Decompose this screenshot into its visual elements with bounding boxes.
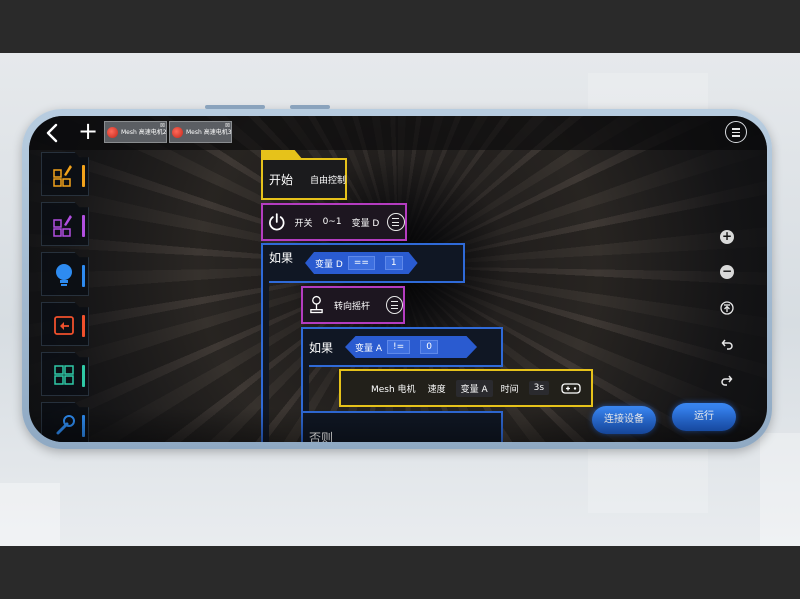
- motor-label: Mesh 电机: [371, 384, 416, 395]
- block-category-sidebar: [39, 150, 89, 442]
- condition-variable[interactable]: 变量 D: [315, 257, 343, 270]
- if-label: 如果: [269, 250, 294, 265]
- align-top-icon: [720, 301, 734, 315]
- if-block-inner[interactable]: 如果 变量 A != 0: [301, 327, 503, 367]
- undo-button[interactable]: [720, 337, 734, 351]
- sidebar-item-control[interactable]: [41, 302, 89, 346]
- phone-volume-button: [205, 105, 265, 109]
- sidebar-item-events[interactable]: [41, 152, 89, 196]
- sidebar-item-sensors[interactable]: [41, 202, 89, 246]
- condition-value[interactable]: 0: [420, 340, 438, 354]
- condition-hex[interactable]: 变量 A != 0: [345, 336, 478, 358]
- category-color-bar: [82, 315, 85, 337]
- switch-block[interactable]: 开关 0~1 变量 D: [261, 203, 407, 241]
- app-screen: + Mesh 高速电机2 ⊠ Mesh 高速电机3 ⊠ 开始 自由控制 开关 0…: [29, 116, 767, 442]
- start-label: 开始: [269, 172, 294, 187]
- wrench-icon: [56, 415, 75, 435]
- speed-label: 速度: [427, 384, 446, 395]
- phone-power-button: [290, 105, 330, 109]
- mesh-motor-block[interactable]: Mesh 电机 速度 变量 A 时间 3s: [339, 369, 593, 407]
- condition-value[interactable]: 1: [384, 256, 403, 270]
- start-block[interactable]: 开始 自由控制: [261, 150, 347, 200]
- if-block-rail: [301, 365, 309, 411]
- chevron-left-icon: [46, 123, 58, 143]
- power-icon: [269, 213, 285, 231]
- joystick-block[interactable]: 转向摇杆: [301, 286, 405, 324]
- undo-icon: [721, 339, 733, 350]
- condition-operator[interactable]: !=: [387, 340, 411, 354]
- menu-icon: [732, 131, 740, 133]
- delete-icon[interactable]: ⊠: [160, 116, 165, 136]
- else-label: 否则: [309, 430, 334, 443]
- background-pane: [760, 433, 800, 546]
- calculator-icon: [54, 365, 74, 385]
- add-device-button[interactable]: +: [77, 117, 99, 145]
- menu-button[interactable]: [725, 121, 747, 143]
- run-button[interactable]: 运行: [672, 403, 736, 431]
- lightbulb-icon: [56, 264, 72, 286]
- if-block-outer[interactable]: 如果 变量 D == 1: [261, 243, 465, 283]
- sidebar-item-tools[interactable]: [41, 402, 89, 442]
- block-tab: [261, 150, 303, 160]
- switch-variable[interactable]: 变量 D: [352, 216, 380, 229]
- sidebar-item-operators[interactable]: [41, 352, 89, 396]
- speed-variable[interactable]: 变量 A: [455, 379, 493, 397]
- category-color-bar: [82, 365, 85, 387]
- blocks-icon: [53, 215, 72, 237]
- joystick-icon: [310, 295, 323, 314]
- list-icon[interactable]: [387, 213, 405, 231]
- fit-to-top-button[interactable]: [720, 301, 734, 315]
- condition-hex[interactable]: 变量 D == 1: [305, 252, 418, 274]
- if-block-rail: [261, 281, 269, 442]
- category-color-bar: [82, 215, 85, 237]
- switch-label: 开关: [294, 218, 313, 229]
- plus-icon: +: [721, 229, 733, 243]
- delete-icon[interactable]: ⊠: [225, 116, 230, 136]
- condition-variable[interactable]: 变量 A: [355, 341, 382, 354]
- device-tab-1[interactable]: Mesh 高速电机2 ⊠: [104, 121, 167, 143]
- time-label: 时间: [500, 384, 519, 395]
- if-label: 如果: [309, 340, 334, 355]
- plus-icon: +: [77, 117, 99, 145]
- sidebar-item-lights[interactable]: [41, 252, 89, 296]
- motor-icon: [107, 127, 118, 138]
- background-pane: [0, 483, 60, 546]
- blocks-icon: [53, 165, 72, 187]
- minus-icon: −: [721, 264, 733, 278]
- category-color-bar: [82, 165, 85, 187]
- joystick-label: 转向摇杆: [333, 301, 370, 312]
- condition-operator[interactable]: ==: [347, 256, 375, 270]
- redo-icon: [721, 375, 733, 386]
- zoom-out-button[interactable]: −: [720, 265, 734, 279]
- category-color-bar: [82, 265, 85, 287]
- connect-device-button[interactable]: 连接设备: [592, 406, 656, 434]
- gamepad-icon[interactable]: [561, 381, 581, 395]
- list-icon[interactable]: [386, 296, 403, 314]
- else-block[interactable]: 否则: [301, 411, 503, 442]
- device-tab-2[interactable]: Mesh 高速电机3 ⊠: [169, 121, 232, 143]
- start-mode[interactable]: 自由控制: [305, 171, 351, 188]
- switch-range: 0~1: [322, 217, 342, 227]
- time-value[interactable]: 3s: [528, 381, 550, 395]
- top-toolbar: + Mesh 高速电机2 ⊠ Mesh 高速电机3 ⊠: [29, 116, 767, 150]
- loop-icon: [54, 316, 74, 335]
- zoom-in-button[interactable]: +: [720, 230, 734, 244]
- category-color-bar: [82, 415, 85, 437]
- back-button[interactable]: [43, 122, 63, 144]
- menu-icon: [732, 128, 740, 130]
- redo-button[interactable]: [720, 373, 734, 387]
- motor-icon: [172, 127, 183, 138]
- menu-icon: [732, 135, 740, 137]
